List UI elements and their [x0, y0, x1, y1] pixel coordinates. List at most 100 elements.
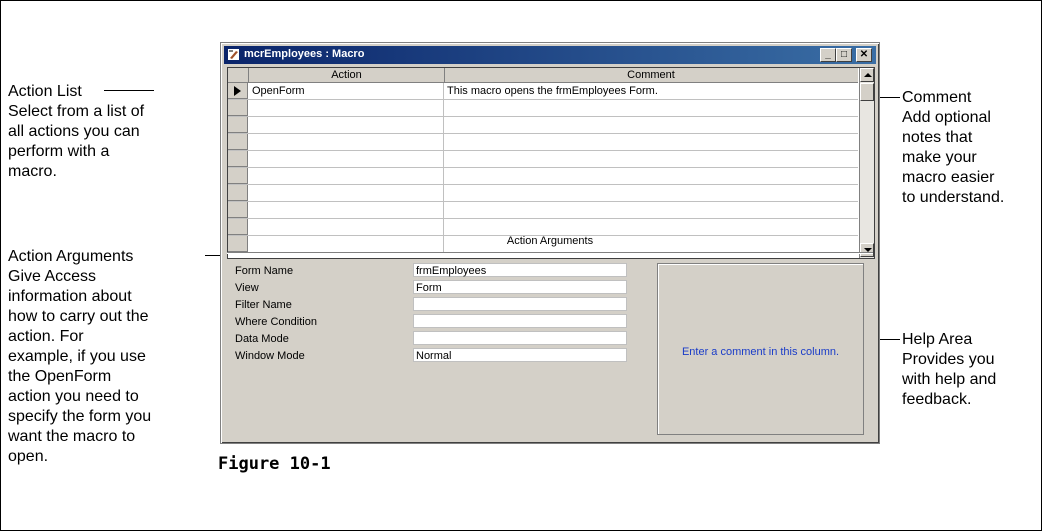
argument-label: Form Name [235, 265, 294, 277]
scroll-thumb[interactable] [860, 83, 874, 101]
row-selector[interactable] [228, 168, 248, 184]
callout-action-list-title: Action List [8, 83, 82, 100]
row-selector[interactable] [228, 100, 248, 116]
table-row [228, 151, 858, 168]
callout-text: specify the form you [8, 408, 152, 425]
action-cell[interactable] [249, 168, 444, 184]
header-action[interactable]: Action [249, 68, 445, 82]
callout-text: want the macro to [8, 428, 136, 445]
header-select-corner[interactable] [228, 68, 249, 82]
callout-text: to understand. [902, 189, 1005, 206]
where-condition-field[interactable] [413, 314, 627, 328]
argument-label: Window Mode [235, 350, 305, 362]
filter-name-field[interactable] [413, 297, 627, 311]
callout-help-area: Help Area Provides you with help and fee… [902, 330, 996, 410]
callout-text: with help and [902, 371, 997, 388]
table-row [228, 117, 858, 134]
grid-rows: OpenForm This macro opens the frmEmploye… [228, 83, 858, 253]
callout-text: perform with a [8, 143, 110, 160]
row-selector[interactable] [228, 151, 248, 167]
divider [227, 252, 873, 254]
action-arguments-title: Action Arguments [506, 235, 594, 247]
callout-text: how to carry out the [8, 308, 149, 325]
callout-text: Select from a list of [8, 103, 145, 120]
data-mode-field[interactable] [413, 331, 627, 345]
close-button[interactable]: ✕ [856, 48, 872, 62]
table-row [228, 168, 858, 185]
action-cell[interactable] [249, 185, 444, 201]
callout-text: example, if you use [8, 348, 146, 365]
argument-label: Where Condition [235, 316, 317, 328]
callout-text: information about [8, 288, 132, 305]
argument-label: View [235, 282, 259, 294]
action-cell[interactable] [249, 100, 444, 116]
action-cell[interactable]: OpenForm [249, 83, 444, 99]
callout-text: macro. [8, 163, 57, 180]
grid-header: Action Comment [228, 68, 858, 83]
macro-window: mcrEmployees : Macro _ □ ✕ Action Commen… [220, 42, 880, 444]
row-selector[interactable] [228, 185, 248, 201]
row-selector[interactable] [228, 83, 248, 99]
header-comment[interactable]: Comment [444, 68, 858, 82]
action-cell[interactable] [249, 219, 444, 235]
scroll-up-button[interactable] [860, 68, 874, 82]
callout-text: macro easier [902, 169, 995, 186]
callout-comment: Comment Add optional notes that make you… [902, 88, 1004, 208]
macro-grid: Action Comment OpenForm This macro opens… [227, 67, 875, 259]
comment-cell[interactable] [444, 117, 858, 133]
table-row [228, 134, 858, 151]
current-row-arrow-icon [234, 86, 241, 96]
figure-caption: Figure 10-1 [218, 454, 331, 474]
row-selector[interactable] [228, 219, 248, 235]
comment-cell[interactable] [444, 100, 858, 116]
action-cell[interactable] [249, 117, 444, 133]
callout-text: action you need to [8, 388, 139, 405]
comment-cell[interactable] [444, 202, 858, 218]
help-area: Enter a comment in this column. [657, 263, 864, 435]
callout-text: Add optional [902, 109, 991, 126]
callout-text: notes that [902, 129, 973, 146]
callout-action-list: Action List Select from a list of all ac… [8, 82, 144, 182]
callout-text: Provides you [902, 351, 995, 368]
callout-comment-title: Comment [902, 89, 972, 106]
window-mode-field[interactable]: Normal [413, 348, 627, 362]
callout-text: the OpenForm [8, 368, 112, 385]
callout-action-arguments-title: Action Arguments [8, 248, 134, 265]
window-titlebar[interactable]: mcrEmployees : Macro _ □ ✕ [224, 46, 876, 64]
comment-cell[interactable] [444, 185, 858, 201]
callout-text: action. For [8, 328, 84, 345]
row-selector[interactable] [228, 202, 248, 218]
help-text: Enter a comment in this column. [681, 346, 840, 358]
callout-help-area-title: Help Area [902, 331, 973, 348]
callout-text: open. [8, 448, 49, 465]
callout-action-arguments: Action Arguments Give Access information… [8, 247, 151, 467]
table-row [228, 202, 858, 219]
minimize-button[interactable]: _ [820, 48, 836, 62]
comment-cell[interactable] [444, 151, 858, 167]
table-row [228, 100, 858, 117]
row-selector[interactable] [228, 134, 248, 150]
window-title: mcrEmployees : Macro [244, 48, 365, 60]
action-cell[interactable] [249, 151, 444, 167]
table-row [228, 219, 858, 236]
action-cell[interactable] [249, 134, 444, 150]
comment-cell[interactable] [444, 168, 858, 184]
view-field[interactable]: Form [413, 280, 627, 294]
arrow-up-icon [864, 73, 872, 77]
comment-cell[interactable] [444, 219, 858, 235]
callout-text: feedback. [902, 391, 972, 408]
maximize-button[interactable]: □ [836, 48, 852, 62]
callout-text: make your [902, 149, 977, 166]
table-row: OpenForm This macro opens the frmEmploye… [228, 83, 858, 100]
form-name-field[interactable]: frmEmployees [413, 263, 627, 277]
argument-label: Filter Name [235, 299, 292, 311]
vertical-scrollbar[interactable] [859, 68, 874, 258]
row-selector[interactable] [228, 117, 248, 133]
action-cell[interactable] [249, 202, 444, 218]
argument-label: Data Mode [235, 333, 289, 345]
callout-text: Give Access [8, 268, 97, 285]
comment-cell[interactable]: This macro opens the frmEmployees Form. [444, 83, 858, 99]
comment-cell[interactable] [444, 134, 858, 150]
callout-text: all actions you can [8, 123, 140, 140]
callout-line-action-list [104, 90, 154, 91]
